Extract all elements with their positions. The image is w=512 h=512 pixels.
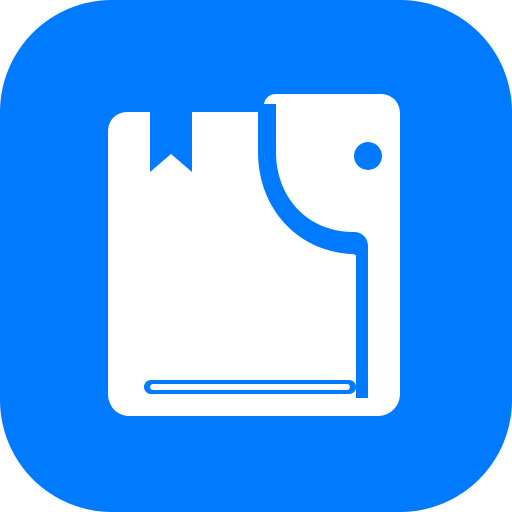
- book-page-line-inner: [150, 384, 350, 390]
- elephant-eye: [354, 142, 382, 170]
- app-icon-container: [0, 0, 512, 512]
- app-icon[interactable]: [0, 0, 512, 512]
